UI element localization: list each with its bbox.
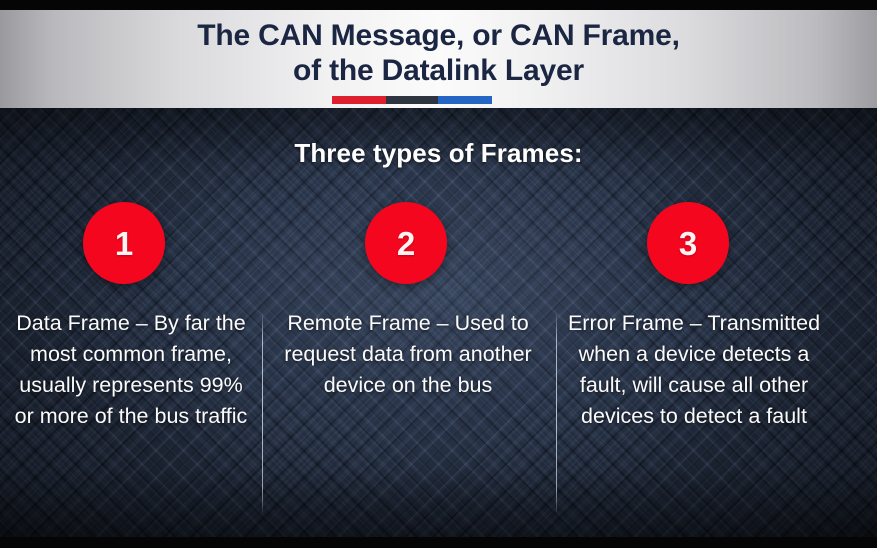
frame-number-badge-3: 3 bbox=[647, 202, 729, 284]
frame-number-label-2: 2 bbox=[396, 224, 416, 262]
frame-number-label-1: 1 bbox=[114, 224, 134, 262]
column-divider-2 bbox=[556, 314, 557, 512]
frame-number-badge-2: 2 bbox=[365, 202, 447, 284]
frame-description-3: Error Frame – Transmitted when a device … bbox=[567, 311, 821, 428]
slide-title-line-2: of the Datalink Layer bbox=[293, 54, 584, 87]
title-accent-bars bbox=[332, 96, 492, 104]
slide-content: Three types of Frames: 1 2 3 Data Frame … bbox=[0, 108, 877, 537]
accent-bar-red bbox=[332, 96, 386, 104]
top-letterbox-bar bbox=[0, 0, 877, 10]
slide-title-line-1: The CAN Message, or CAN Frame, bbox=[197, 19, 680, 52]
slide-header: The CAN Message, or CAN Frame, of the Da… bbox=[0, 10, 877, 108]
slide-title-block: The CAN Message, or CAN Frame, of the Da… bbox=[0, 10, 877, 108]
frame-number-badge-1: 1 bbox=[83, 202, 165, 284]
column-divider-1 bbox=[262, 314, 263, 512]
slide-body: Three types of Frames: 1 2 3 Data Frame … bbox=[0, 108, 877, 537]
section-heading: Three types of Frames: bbox=[294, 138, 583, 168]
accent-bar-dark bbox=[386, 96, 438, 104]
frame-description-1: Data Frame – By far the most common fram… bbox=[14, 311, 248, 428]
slide-canvas: The CAN Message, or CAN Frame, of the Da… bbox=[0, 0, 877, 548]
frame-description-2: Remote Frame – Used to request data from… bbox=[284, 311, 532, 397]
accent-bar-blue bbox=[438, 96, 492, 104]
frame-number-label-3: 3 bbox=[678, 224, 698, 262]
bottom-letterbox-bar bbox=[0, 537, 877, 548]
